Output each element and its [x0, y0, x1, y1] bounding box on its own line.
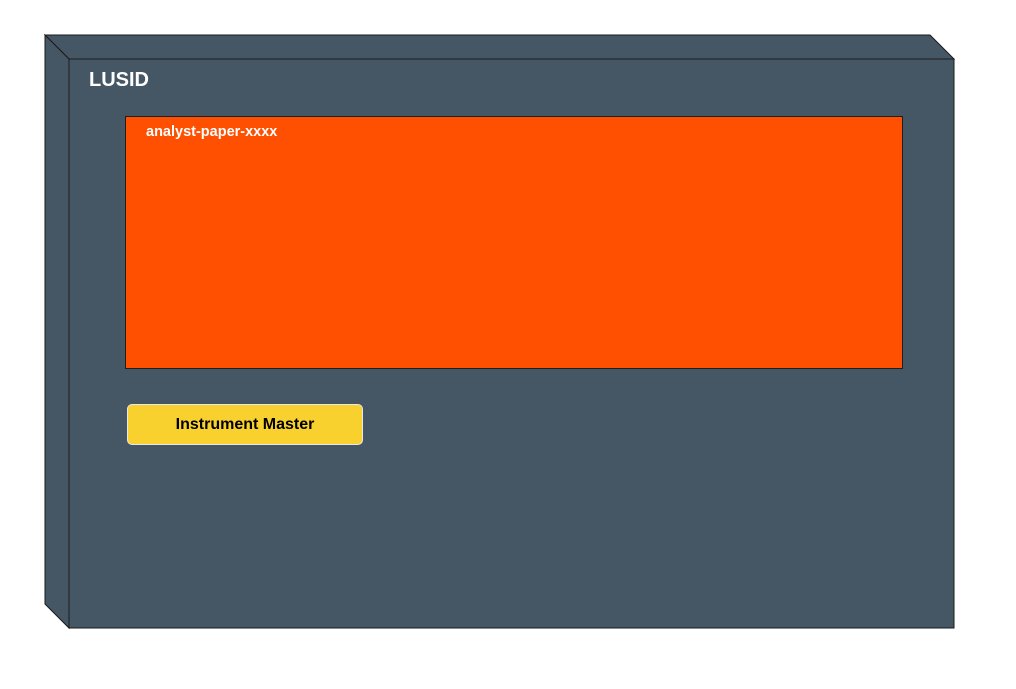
lusid-node-side-face	[44, 33, 70, 630]
instrument-master-button[interactable]: Instrument Master	[127, 404, 363, 445]
instrument-master-label: Instrument Master	[175, 415, 315, 433]
lusid-node-title: LUSID	[89, 69, 149, 91]
analyst-paper-box[interactable]: analyst-paper-xxxx	[125, 116, 903, 369]
lusid-node-top-face	[43, 34, 956, 60]
analyst-paper-label: analyst-paper-xxxx	[146, 124, 278, 140]
